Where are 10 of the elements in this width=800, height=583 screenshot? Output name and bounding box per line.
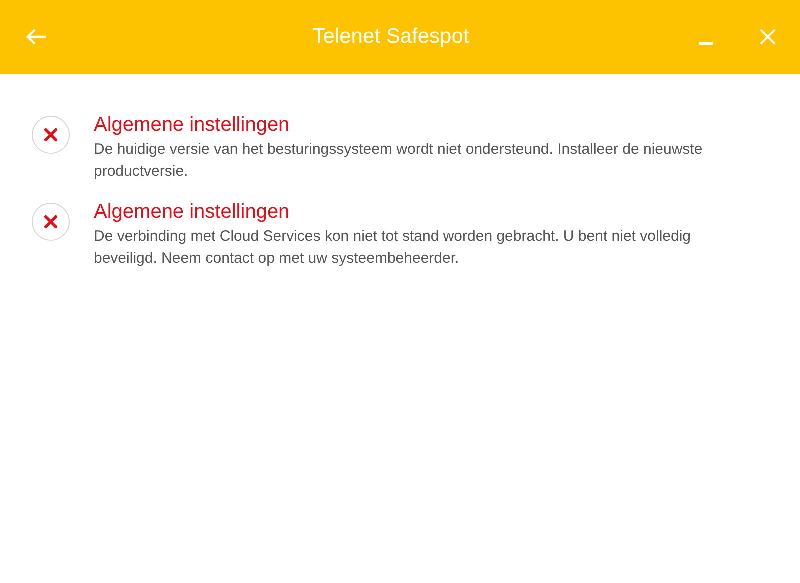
notification-description: De verbinding met Cloud Services kon niet tot stand worden gebracht. U bent niet volledig beveiligd. Neem contact op met uw systeembeheerder. — [94, 227, 692, 269]
notification-description: De huidige versie van het besturingssysteem wordt niet ondersteund. Installeer de nieuwste productversie. — [94, 140, 704, 182]
back-arrow-icon — [25, 28, 47, 46]
error-icon — [32, 116, 70, 154]
minimize-icon — [699, 42, 713, 44]
window-title: Telenet Safespot — [312, 25, 470, 49]
notification-title: Algemene instellingen — [94, 201, 291, 224]
close-icon — [760, 29, 776, 45]
error-icon — [32, 203, 70, 241]
notification-title: Algemene instellingen — [94, 114, 291, 137]
